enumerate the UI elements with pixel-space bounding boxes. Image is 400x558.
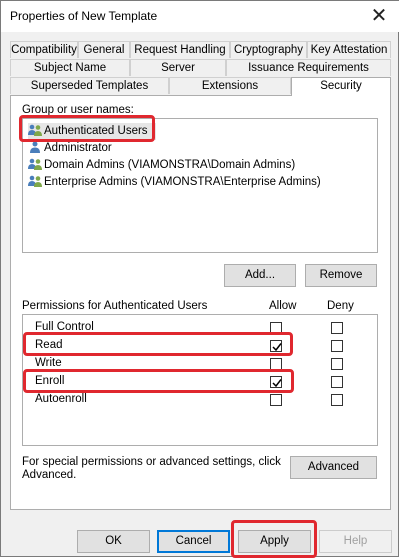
- deny-checkbox[interactable]: [331, 394, 343, 406]
- deny-checkbox[interactable]: [331, 322, 343, 334]
- allow-column-header: Allow: [269, 300, 297, 312]
- advanced-button[interactable]: Advanced: [290, 456, 377, 479]
- permission-name: Write: [35, 357, 62, 369]
- close-icon[interactable]: ✕: [367, 5, 391, 27]
- tab-superseded-templates[interactable]: Superseded Templates: [10, 77, 169, 94]
- help-button[interactable]: Help: [319, 530, 392, 553]
- tab-row-1: Compatibility General Request Handling C…: [1, 41, 399, 59]
- tab-subject-name[interactable]: Subject Name: [10, 59, 130, 76]
- add-button[interactable]: Add...: [224, 264, 296, 287]
- users-group-icon: [28, 175, 42, 187]
- window-title: Properties of New Template: [10, 9, 158, 23]
- permissions-header: Permissions for Authenticated Users: [22, 300, 208, 312]
- tab-extensions[interactable]: Extensions: [169, 77, 291, 94]
- highlight-authenticated-users: [19, 115, 155, 142]
- tab-row-2: Subject Name Server Issuance Requirement…: [1, 59, 399, 77]
- list-item-label: Enterprise Admins (VIAMONSTRA\Enterprise…: [44, 176, 321, 188]
- list-item-enterprise-admins[interactable]: Enterprise Admins (VIAMONSTRA\Enterprise…: [28, 174, 321, 191]
- deny-checkbox[interactable]: [331, 358, 343, 370]
- tab-issuance-requirements[interactable]: Issuance Requirements: [226, 59, 391, 76]
- special-permissions-text-2: Advanced.: [22, 469, 77, 481]
- tab-key-attestation[interactable]: Key Attestation: [307, 41, 391, 58]
- list-item-domain-admins[interactable]: Domain Admins (VIAMONSTRA\Domain Admins): [28, 157, 295, 174]
- deny-checkbox[interactable]: [331, 376, 343, 388]
- highlight-enroll-permission: [23, 369, 294, 393]
- highlight-apply-button: [231, 520, 317, 558]
- cancel-button[interactable]: Cancel: [157, 530, 230, 553]
- list-item-label: Administrator: [44, 142, 112, 154]
- remove-button[interactable]: Remove: [305, 264, 377, 287]
- permission-row: Autoenroll: [23, 391, 377, 409]
- tab-request-handling[interactable]: Request Handling: [130, 41, 230, 58]
- users-group-icon: [28, 158, 42, 170]
- allow-checkbox[interactable]: [270, 394, 282, 406]
- tab-compatibility[interactable]: Compatibility: [10, 41, 78, 58]
- tab-row-3: Superseded Templates Extensions Security: [1, 77, 399, 96]
- user-icon: [30, 141, 40, 153]
- properties-dialog: Properties of New Template ✕ Compatibili…: [0, 0, 399, 558]
- deny-column-header: Deny: [327, 300, 354, 312]
- tab-cryptography[interactable]: Cryptography: [230, 41, 307, 58]
- highlight-read-permission: [23, 332, 293, 356]
- deny-checkbox[interactable]: [331, 340, 343, 352]
- ok-button[interactable]: OK: [77, 530, 150, 553]
- permission-name: Autoenroll: [35, 393, 87, 405]
- special-permissions-text: For special permissions or advanced sett…: [22, 456, 281, 468]
- title-bar: Properties of New Template ✕: [1, 1, 399, 32]
- tab-server[interactable]: Server: [130, 59, 226, 76]
- list-item-label: Domain Admins (VIAMONSTRA\Domain Admins): [44, 159, 296, 171]
- tab-general[interactable]: General: [78, 41, 130, 58]
- tab-security[interactable]: Security: [291, 77, 391, 96]
- list-item-administrator[interactable]: Administrator: [28, 140, 112, 157]
- security-panel: Group or user names: Authenticated Users…: [10, 95, 391, 510]
